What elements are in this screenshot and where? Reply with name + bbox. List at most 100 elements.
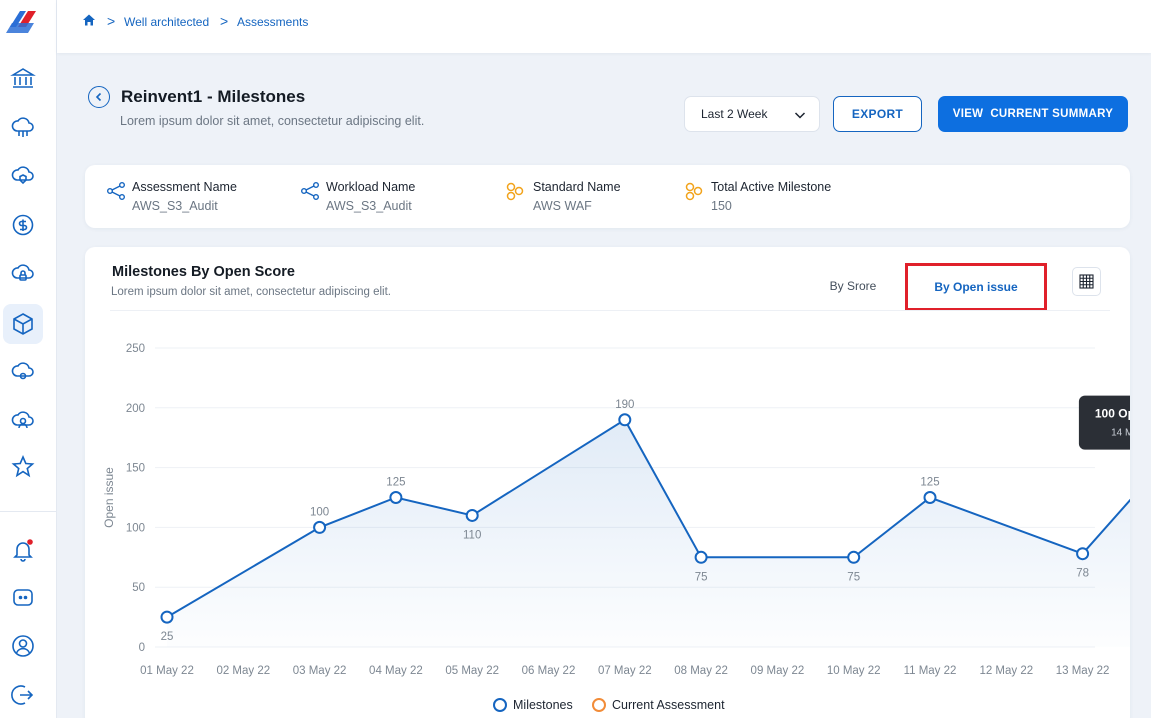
- table-view-button[interactable]: [1072, 267, 1101, 296]
- legend-marker-icon: [592, 698, 606, 712]
- y-tick-label: 250: [126, 343, 145, 355]
- home-icon[interactable]: [82, 13, 96, 27]
- nav-favorites[interactable]: [3, 447, 43, 487]
- bell-icon: [13, 539, 33, 562]
- bank-icon: [10, 68, 36, 88]
- hexagon-cluster-icon: [506, 182, 524, 201]
- tooltip-box: [1078, 395, 1130, 450]
- legend-label: Current Assessment: [612, 698, 725, 712]
- chevron-down-icon: [794, 112, 806, 119]
- logout-icon: [11, 685, 34, 705]
- view-current-summary-button[interactable]: VIEW CURRENT SUMMARY: [938, 96, 1128, 132]
- data-label: 25: [161, 631, 174, 643]
- x-tick-label: 11 May 22: [904, 665, 957, 677]
- star-icon: [11, 454, 35, 478]
- x-tick-label: 09 May 22: [751, 665, 805, 677]
- chevron-left-icon: [95, 92, 102, 102]
- legend-label: Milestones: [513, 698, 573, 712]
- data-point: [618, 413, 632, 427]
- info-label: Assessment Name: [132, 180, 237, 194]
- x-tick-label: 07 May 22: [598, 665, 652, 677]
- cloud-lock-icon: [11, 264, 34, 281]
- x-tick-label: 05 May 22: [445, 665, 499, 677]
- nav-chat[interactable]: [3, 578, 43, 618]
- nav-cloud-network[interactable]: [3, 108, 43, 148]
- y-tick-label: 100: [126, 522, 145, 534]
- nav-logout[interactable]: [3, 675, 43, 715]
- nav-cloud-lock[interactable]: [3, 254, 43, 294]
- chat-icon: [13, 589, 33, 606]
- series-area: [167, 419, 1130, 647]
- nav-workloads[interactable]: [3, 304, 43, 344]
- back-button[interactable]: [88, 86, 110, 108]
- cloud-gear-icon: [11, 362, 34, 380]
- data-label: 190: [615, 399, 634, 411]
- breadcrumb-item[interactable]: Assessments: [237, 15, 308, 29]
- x-tick-label: 02 May 22: [216, 665, 270, 677]
- breadcrumb-separator-icon: >: [107, 13, 116, 29]
- hexagon-cluster-icon: [685, 182, 703, 201]
- data-label: 75: [847, 571, 860, 583]
- info-label: Total Active Milestone: [711, 180, 832, 194]
- data-point: [923, 491, 937, 504]
- x-tick-label: 08 May 22: [674, 665, 728, 677]
- info-value: AWS_S3_Audit: [132, 199, 218, 213]
- data-point: [389, 491, 403, 504]
- x-tick-label: 03 May 22: [293, 665, 347, 677]
- x-tick-label: 10 May 22: [827, 665, 881, 677]
- data-point: [465, 508, 479, 522]
- y-axis-label: Open issue: [102, 467, 116, 528]
- page-title: Reinvent1 - Milestones: [121, 87, 306, 106]
- period-select[interactable]: Last 2 Week: [684, 96, 820, 132]
- tooltip-date: 14 March 22: [1111, 428, 1130, 439]
- data-label: 75: [695, 571, 708, 583]
- brand-logo[interactable]: [4, 9, 38, 35]
- data-label: 125: [386, 477, 405, 489]
- share-nodes-icon: [301, 182, 319, 200]
- breadcrumb-item[interactable]: Well architected: [124, 15, 209, 29]
- cloud-network-icon: [11, 117, 34, 137]
- y-tick-label: 50: [132, 582, 145, 594]
- page-subtitle: Lorem ipsum dolor sit amet, consectetur …: [120, 114, 425, 128]
- x-tick-label: 06 May 22: [522, 665, 576, 677]
- nav-cloud-settings[interactable]: [3, 352, 43, 392]
- nav-cloud-shield[interactable]: [3, 156, 43, 196]
- export-button[interactable]: EXPORT: [833, 96, 922, 132]
- info-assessment-name: Assessment Name AWS_S3_Audit: [132, 180, 237, 213]
- nav-cloud-user[interactable]: [3, 401, 43, 441]
- chart-divider: [110, 310, 1110, 311]
- chart-subtitle: Lorem ipsum dolor sit amet, consectetur …: [111, 286, 391, 298]
- data-label: 78: [1076, 568, 1089, 580]
- info-value: 150: [711, 199, 732, 213]
- tab-by-open-issue[interactable]: By Open issue: [905, 263, 1047, 311]
- cube-icon: [13, 313, 33, 335]
- dollar-icon: [12, 214, 34, 236]
- x-tick-label: 12 May 22: [979, 665, 1033, 677]
- info-standard-name: Standard Name AWS WAF: [533, 180, 621, 213]
- x-tick-label: 13 May 22: [1056, 665, 1110, 677]
- data-point: [1076, 547, 1090, 561]
- nav-profile[interactable]: [3, 626, 43, 666]
- breadcrumb-separator-icon: >: [220, 13, 229, 29]
- info-total-active-milestone: Total Active Milestone 150: [711, 180, 831, 213]
- info-value: AWS_S3_Audit: [326, 199, 412, 213]
- x-tick-label: 01 May 22: [140, 665, 194, 677]
- y-tick-label: 0: [139, 642, 145, 654]
- cloud-shield-icon: [11, 166, 34, 185]
- nav-notifications[interactable]: [3, 530, 43, 570]
- legend-item-current-assessment[interactable]: Current Assessment: [592, 698, 725, 712]
- data-point: [847, 550, 861, 564]
- data-label: 125: [920, 477, 939, 489]
- y-tick-label: 200: [126, 403, 145, 415]
- info-value: AWS WAF: [533, 199, 592, 213]
- tooltip-title: 100 Open Issue: [1095, 407, 1130, 421]
- chart-title: Milestones By Open Score: [112, 264, 295, 280]
- info-label: Standard Name: [533, 180, 621, 194]
- nav-billing[interactable]: [3, 205, 43, 245]
- data-label: 100: [310, 506, 329, 518]
- sidebar: [0, 0, 57, 718]
- x-tick-label: 04 May 22: [369, 665, 423, 677]
- nav-bank[interactable]: [3, 59, 43, 99]
- legend-item-milestones[interactable]: Milestones: [493, 698, 573, 712]
- tab-by-score[interactable]: By Srore: [812, 270, 894, 302]
